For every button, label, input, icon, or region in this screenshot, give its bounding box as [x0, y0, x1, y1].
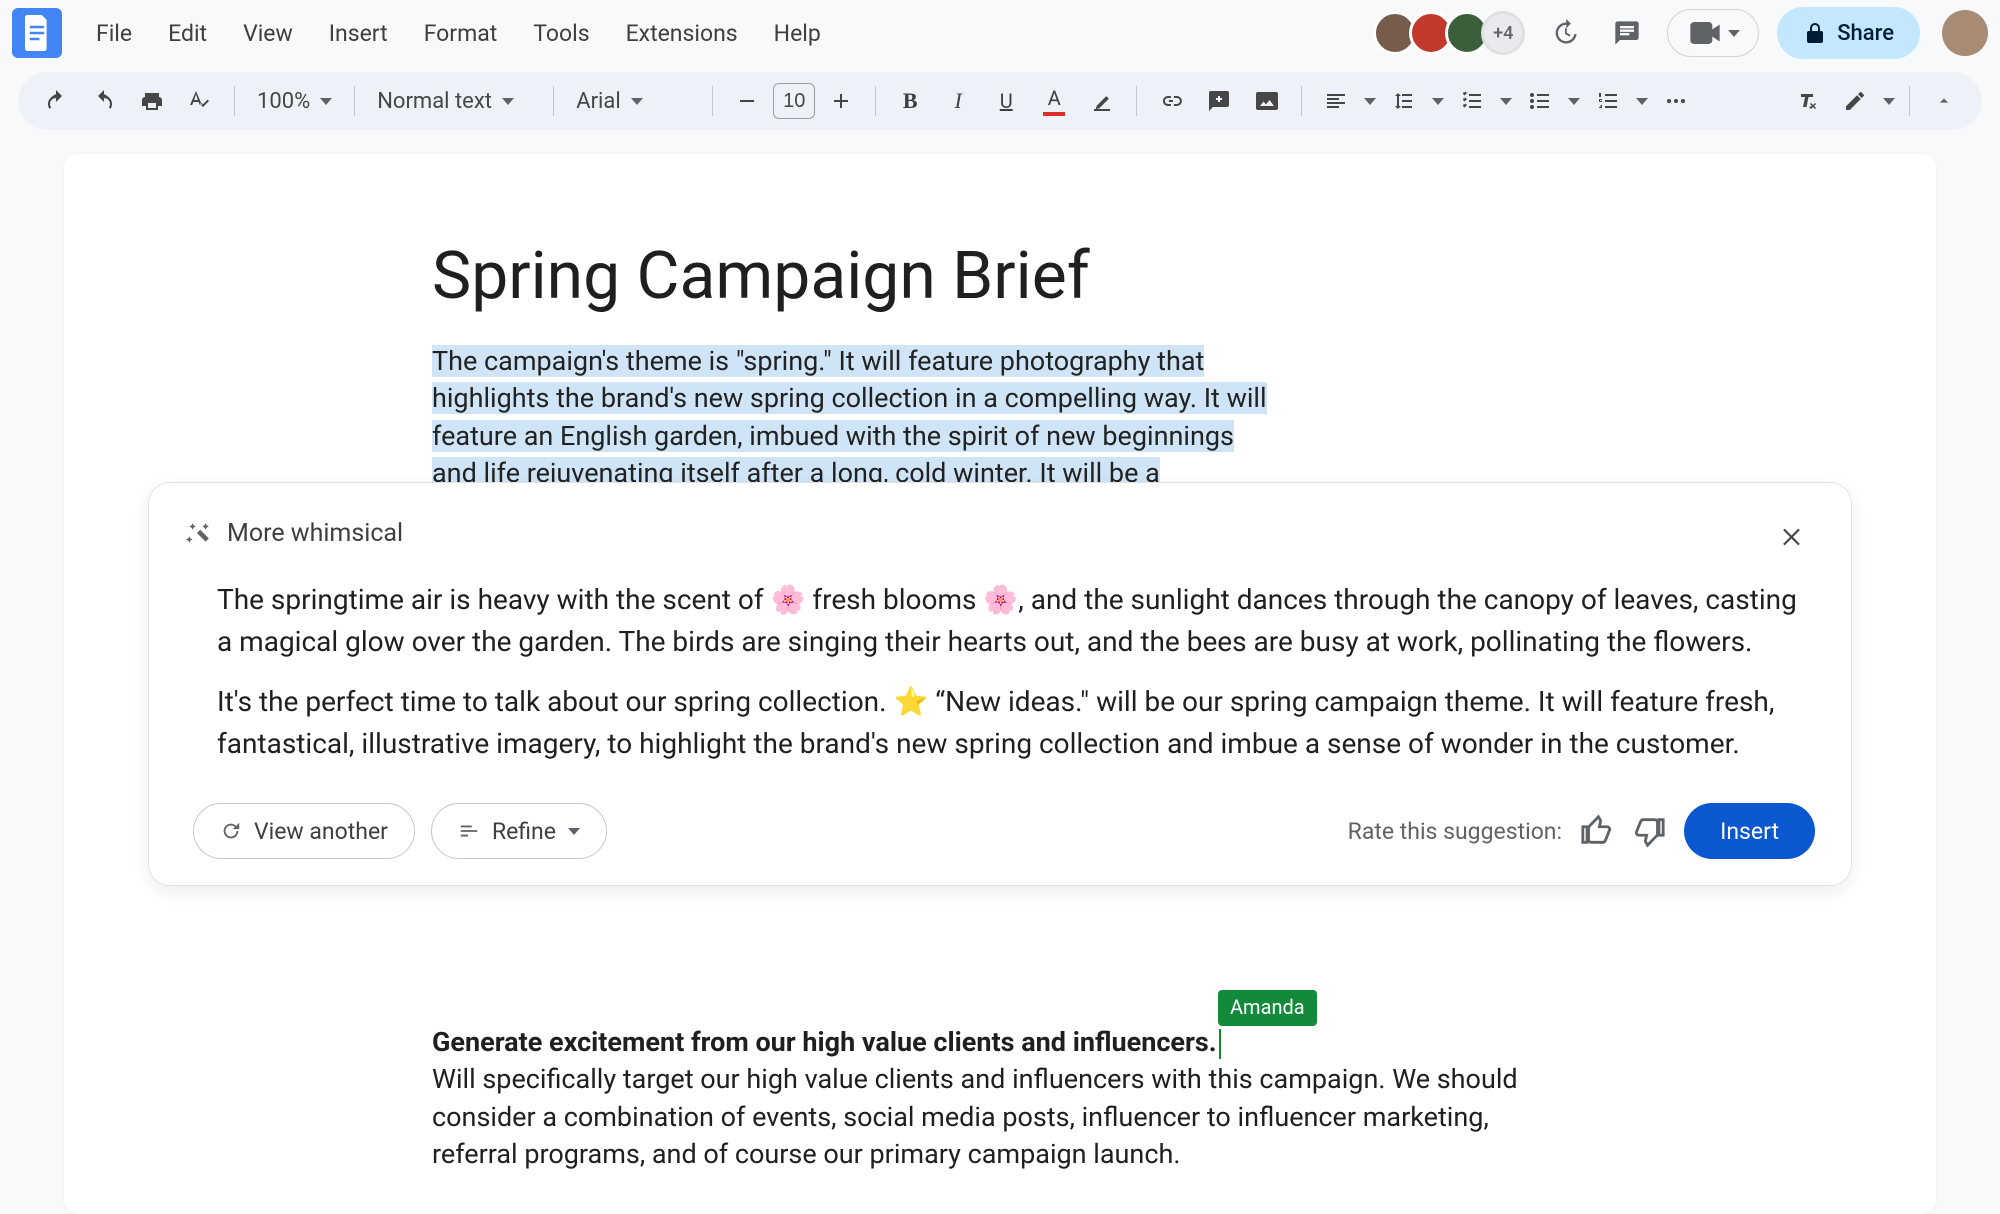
- menu-tools[interactable]: Tools: [519, 12, 603, 55]
- comments-icon[interactable]: [1605, 11, 1649, 55]
- bold-button[interactable]: B: [890, 81, 930, 121]
- highlight-color-button[interactable]: [1082, 81, 1122, 121]
- docs-app-icon[interactable]: [12, 8, 62, 58]
- menu-extensions[interactable]: Extensions: [612, 12, 752, 55]
- checklist-button[interactable]: [1452, 81, 1492, 121]
- rate-label: Rate this suggestion:: [1348, 818, 1562, 845]
- spellcheck-button[interactable]: [180, 81, 220, 121]
- chevron-down-icon: [1568, 98, 1580, 105]
- toolbar: 100% Normal text Arial B I U A: [18, 72, 1982, 130]
- chevron-down-icon: [1728, 30, 1740, 37]
- chevron-down-icon: [1432, 98, 1444, 105]
- document-title[interactable]: Spring Campaign Brief: [174, 238, 1826, 315]
- document-lower-section[interactable]: Amanda Generate excitement from our high…: [432, 1024, 1572, 1173]
- history-icon[interactable]: [1543, 11, 1587, 55]
- bulleted-list-button[interactable]: [1520, 81, 1560, 121]
- increase-font-size[interactable]: [821, 81, 861, 121]
- numbered-list-button[interactable]: [1588, 81, 1628, 121]
- refine-button[interactable]: Refine: [431, 803, 607, 859]
- insert-label: Insert: [1720, 818, 1779, 845]
- document-heading[interactable]: Generate excitement from our high value …: [432, 1024, 1572, 1061]
- zoom-dropdown[interactable]: 100%: [249, 81, 340, 121]
- suggestion-prompt-label: More whimsical: [227, 519, 403, 548]
- collaborator-avatars[interactable]: +4: [1381, 11, 1525, 55]
- chevron-down-icon: [631, 98, 643, 105]
- text-color-button[interactable]: A: [1034, 81, 1074, 121]
- collaborator-tag: Amanda: [1218, 990, 1317, 1026]
- insert-image-button[interactable]: [1247, 81, 1287, 121]
- menu-file[interactable]: File: [82, 12, 146, 55]
- chevron-down-icon: [502, 98, 514, 105]
- close-button[interactable]: [1771, 515, 1815, 559]
- insert-button[interactable]: Insert: [1684, 803, 1815, 859]
- italic-button[interactable]: I: [938, 81, 978, 121]
- chevron-down-icon: [320, 98, 332, 105]
- document-body-text[interactable]: Will specifically target our high value …: [432, 1061, 1572, 1173]
- menu-view[interactable]: View: [229, 12, 307, 55]
- chevron-down-icon: [568, 828, 580, 835]
- menu-help[interactable]: Help: [760, 12, 835, 55]
- font-dropdown[interactable]: Arial: [568, 81, 698, 121]
- add-comment-button[interactable]: [1199, 81, 1239, 121]
- meet-button[interactable]: [1667, 9, 1759, 57]
- lock-icon: [1803, 21, 1827, 45]
- style-value: Normal text: [377, 89, 492, 114]
- suggestion-paragraph: The springtime air is heavy with the sce…: [217, 579, 1805, 663]
- magic-wand-icon: [185, 520, 211, 546]
- chevron-down-icon: [1636, 98, 1648, 105]
- align-button[interactable]: [1316, 81, 1356, 121]
- thumbs-down-button[interactable]: [1632, 814, 1666, 848]
- avatar-more[interactable]: +4: [1481, 11, 1525, 55]
- share-label: Share: [1837, 21, 1894, 46]
- insert-link-button[interactable]: [1151, 81, 1191, 121]
- paragraph-style-dropdown[interactable]: Normal text: [369, 81, 539, 121]
- ai-suggestion-card: More whimsical The springtime air is hea…: [148, 482, 1852, 886]
- redo-button[interactable]: [84, 81, 124, 121]
- editing-mode-button[interactable]: [1835, 81, 1875, 121]
- menu-insert[interactable]: Insert: [315, 12, 402, 55]
- refine-label: Refine: [492, 818, 556, 845]
- more-tools-button[interactable]: [1656, 81, 1696, 121]
- document-canvas[interactable]: Spring Campaign Brief The campaign's the…: [64, 154, 1936, 1214]
- close-icon: [1780, 524, 1806, 550]
- chevron-down-icon: [1883, 98, 1895, 105]
- tune-icon: [458, 820, 480, 842]
- font-value: Arial: [576, 89, 620, 114]
- view-another-label: View another: [254, 818, 388, 845]
- thumbs-up-button[interactable]: [1580, 814, 1614, 848]
- menu-format[interactable]: Format: [410, 12, 512, 55]
- chevron-down-icon: [1364, 98, 1376, 105]
- line-spacing-button[interactable]: [1384, 81, 1424, 121]
- clear-formatting-button[interactable]: [1787, 81, 1827, 121]
- suggestion-paragraph: It's the perfect time to talk about our …: [217, 681, 1805, 765]
- underline-button[interactable]: U: [986, 81, 1026, 121]
- heading-text: Generate excitement from our high value …: [432, 1026, 1217, 1058]
- suggestion-body: The springtime air is heavy with the sce…: [185, 575, 1815, 803]
- print-button[interactable]: [132, 81, 172, 121]
- profile-avatar[interactable]: [1942, 10, 1988, 56]
- view-another-button[interactable]: View another: [193, 803, 415, 859]
- share-button[interactable]: Share: [1777, 7, 1920, 59]
- decrease-font-size[interactable]: [727, 81, 767, 121]
- menu-edit[interactable]: Edit: [154, 12, 221, 55]
- refresh-icon: [220, 820, 242, 842]
- font-size-input[interactable]: [773, 83, 815, 119]
- collaborator-cursor: [1219, 1029, 1221, 1059]
- zoom-value: 100%: [257, 89, 310, 114]
- menu-bar: File Edit View Insert Format Tools Exten…: [0, 0, 2000, 66]
- collapse-toolbar-button[interactable]: [1924, 81, 1964, 121]
- chevron-down-icon: [1500, 98, 1512, 105]
- undo-button[interactable]: [36, 81, 76, 121]
- menu-items: File Edit View Insert Format Tools Exten…: [82, 12, 835, 55]
